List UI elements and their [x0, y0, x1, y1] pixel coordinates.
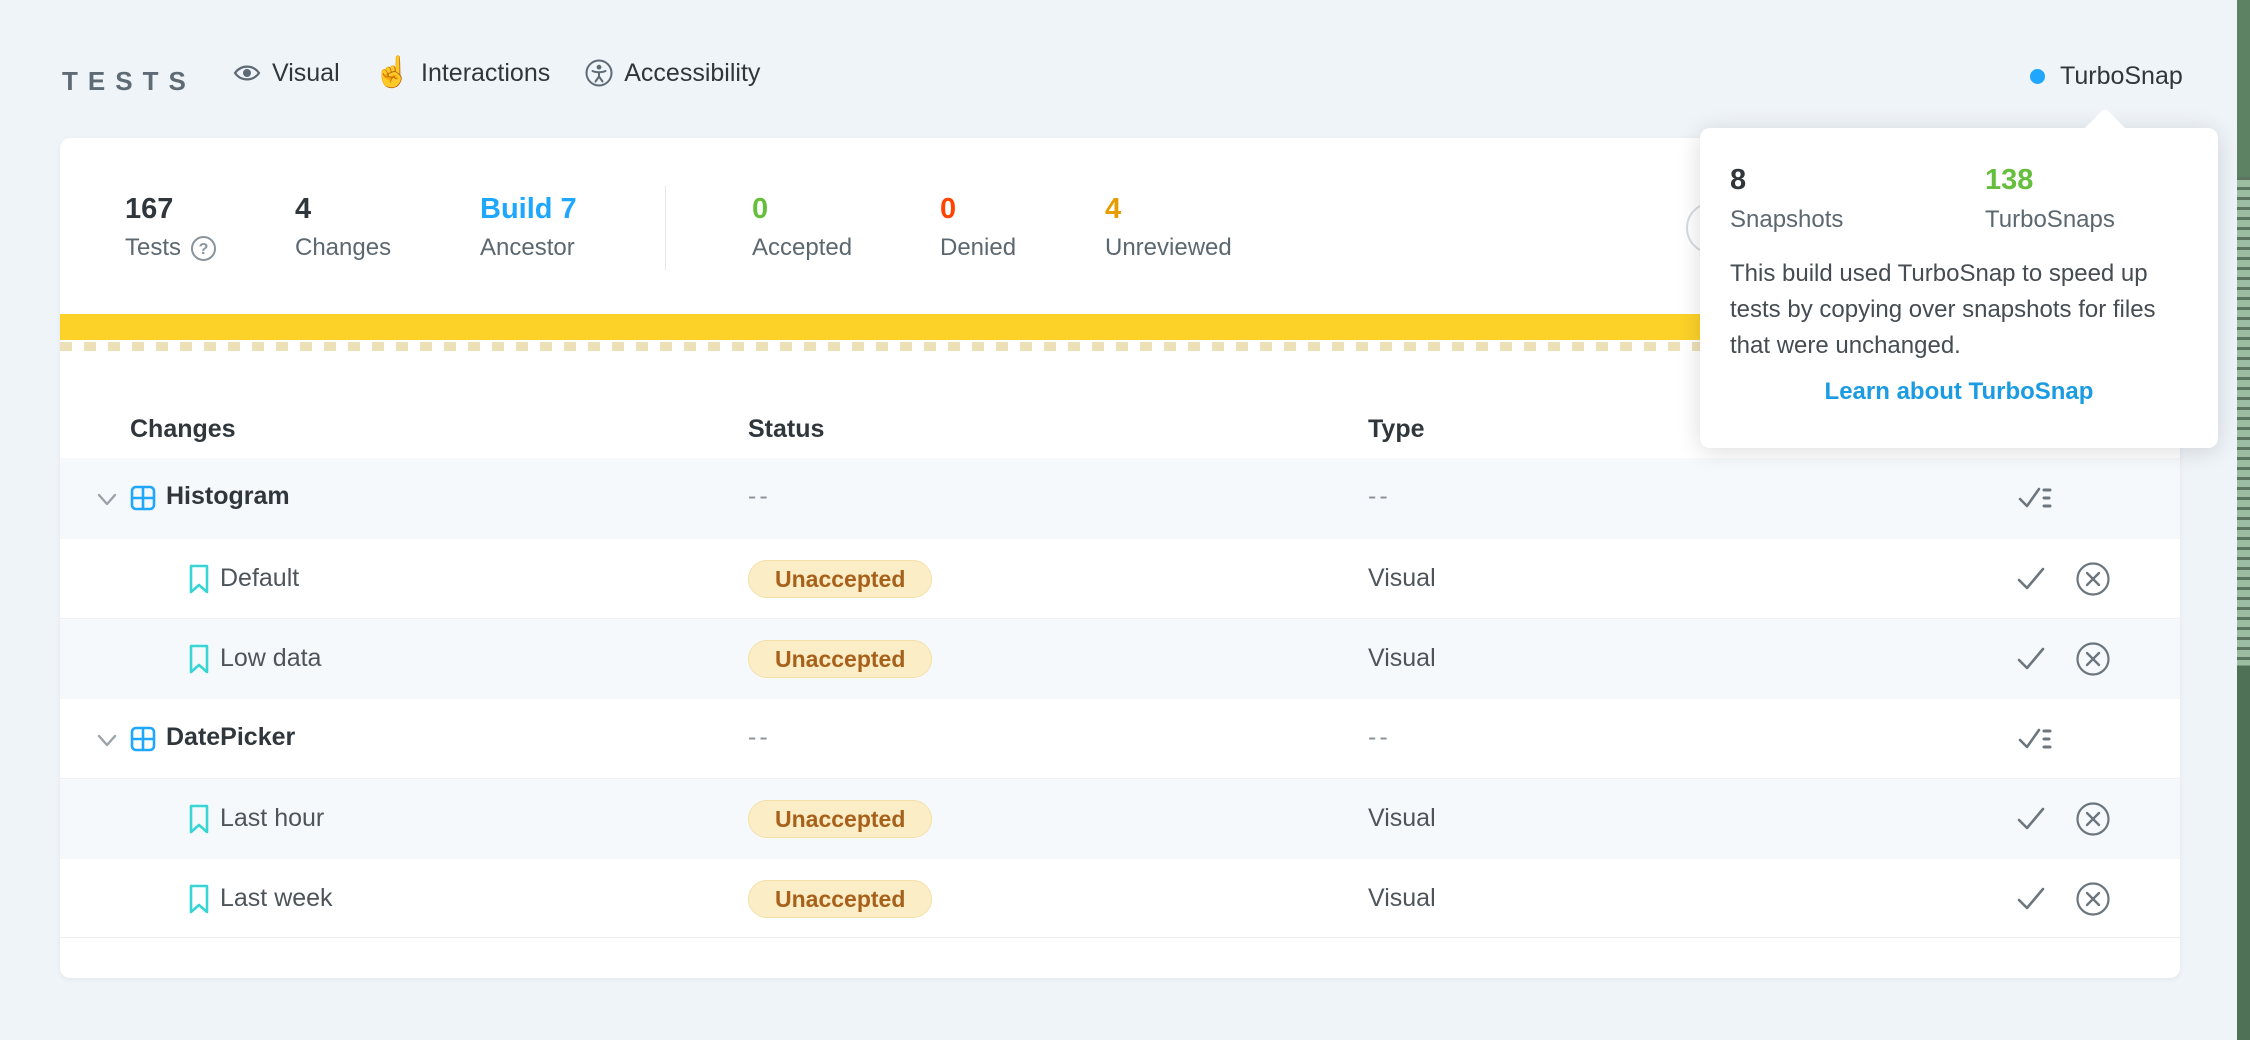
snapshots-label: Snapshots	[1730, 206, 1843, 234]
hand-icon: ☝	[374, 58, 411, 88]
stat-accepted: 0 Accepted	[752, 192, 852, 262]
stat-tests: 167 Tests ?	[125, 192, 217, 262]
group-name[interactable]: Histogram	[166, 482, 290, 511]
changes-table: Changes Status Type Histogram -- -- Defa	[60, 395, 2180, 938]
stat-unreviewed-value: 4	[1105, 192, 1232, 226]
page-title: TESTS	[62, 66, 196, 97]
deny-circle-x-icon[interactable]	[2073, 559, 2113, 599]
stat-denied: 0 Denied	[940, 192, 1016, 262]
component-grid-icon	[128, 483, 158, 513]
bookmark-icon	[188, 643, 210, 675]
accept-check-icon[interactable]	[2014, 643, 2048, 675]
test-type-tabs: Visual ☝ Interactions Accessibility	[232, 58, 760, 88]
deny-circle-x-icon[interactable]	[2073, 879, 2113, 919]
test-type: Visual	[1368, 564, 1436, 593]
turbosnap-description: This build used TurboSnap to speed up te…	[1730, 256, 2196, 364]
batch-accept-icon[interactable]	[2016, 723, 2056, 755]
tab-visual-label: Visual	[272, 59, 340, 88]
test-type: Visual	[1368, 644, 1436, 673]
turbosnap-dot-icon	[2030, 69, 2045, 84]
chevron-down-icon[interactable]	[94, 727, 120, 753]
column-header-type: Type	[1368, 415, 1425, 444]
column-header-changes: Changes	[130, 415, 236, 444]
group-type-empty: --	[1368, 723, 1391, 752]
stat-accepted-label: Accepted	[752, 234, 852, 262]
tab-visual[interactable]: Visual	[232, 58, 340, 88]
table-row-test-low-data: Low data Unaccepted Visual	[60, 618, 2180, 698]
turbosnaps-label: TurboSnaps	[1985, 206, 2115, 234]
tab-accessibility-label: Accessibility	[624, 59, 760, 88]
stat-denied-value: 0	[940, 192, 1016, 226]
test-name[interactable]: Low data	[220, 644, 321, 673]
accept-check-icon[interactable]	[2014, 883, 2048, 915]
stats-divider	[665, 186, 666, 270]
status-badge: Unaccepted	[748, 560, 932, 598]
bookmark-icon	[188, 883, 210, 915]
table-row-test-default: Default Unaccepted Visual	[60, 538, 2180, 618]
learn-about-turbosnap-link[interactable]: Learn about TurboSnap	[1700, 378, 2218, 406]
turbosnap-toggle-label: TurboSnap	[2060, 62, 2183, 91]
bookmark-icon	[188, 803, 210, 835]
accept-check-icon[interactable]	[2014, 563, 2048, 595]
tab-interactions[interactable]: ☝ Interactions	[374, 58, 551, 88]
stat-tests-value: 167	[125, 192, 217, 226]
stat-denied-label: Denied	[940, 234, 1016, 262]
status-badge: Unaccepted	[748, 880, 932, 918]
turbosnap-popover: 8 Snapshots 138 TurboSnaps This build us…	[1700, 128, 2218, 448]
eye-icon	[232, 58, 262, 88]
test-name[interactable]: Last week	[220, 884, 333, 913]
status-badge: Unaccepted	[748, 800, 932, 838]
table-row-group-histogram: Histogram -- --	[60, 458, 2180, 538]
component-grid-icon	[128, 724, 158, 754]
bookmark-icon	[188, 563, 210, 595]
accept-check-icon[interactable]	[2014, 803, 2048, 835]
batch-accept-icon[interactable]	[2016, 482, 2056, 514]
right-edge-strip	[2237, 0, 2250, 1040]
help-icon[interactable]: ?	[190, 235, 217, 262]
column-header-status: Status	[748, 415, 824, 444]
ancestor-build-link[interactable]: Build 7	[480, 192, 577, 226]
tab-interactions-label: Interactions	[421, 59, 550, 88]
tab-accessibility[interactable]: Accessibility	[584, 58, 760, 88]
turbosnap-toggle[interactable]: TurboSnap	[2030, 62, 2183, 91]
status-badge: Unaccepted	[748, 640, 932, 678]
stat-unreviewed-label: Unreviewed	[1105, 234, 1232, 262]
stat-changes-label: Changes	[295, 234, 391, 262]
test-type: Visual	[1368, 884, 1436, 913]
group-status-empty: --	[748, 723, 771, 752]
group-name[interactable]: DatePicker	[166, 723, 295, 752]
stat-ancestor-label: Ancestor	[480, 234, 575, 262]
table-row-group-datepicker: DatePicker -- --	[60, 698, 2180, 778]
test-type: Visual	[1368, 804, 1436, 833]
svg-text:?: ?	[199, 241, 209, 258]
test-name[interactable]: Last hour	[220, 804, 324, 833]
group-status-empty: --	[748, 482, 771, 511]
chevron-down-icon[interactable]	[94, 486, 120, 512]
table-row-test-last-week: Last week Unaccepted Visual	[60, 858, 2180, 938]
group-type-empty: --	[1368, 482, 1391, 511]
turbosnaps-count: 138	[1985, 164, 2033, 197]
deny-circle-x-icon[interactable]	[2073, 639, 2113, 679]
stat-ancestor-build: Build 7 Ancestor	[480, 192, 577, 262]
table-row-test-last-hour: Last hour Unaccepted Visual	[60, 778, 2180, 858]
stat-changes: 4 Changes	[295, 192, 391, 262]
accessibility-icon	[584, 58, 614, 88]
stat-unreviewed: 4 Unreviewed	[1105, 192, 1232, 262]
stat-accepted-value: 0	[752, 192, 852, 226]
deny-circle-x-icon[interactable]	[2073, 799, 2113, 839]
stat-tests-label: Tests	[125, 234, 181, 262]
test-name[interactable]: Default	[220, 564, 299, 593]
stat-changes-value: 4	[295, 192, 391, 226]
snapshots-count: 8	[1730, 164, 1746, 197]
